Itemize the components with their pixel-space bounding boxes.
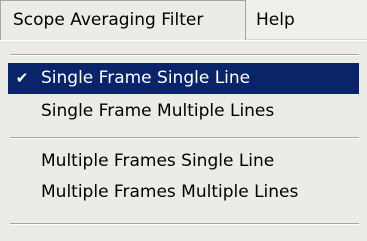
menu-item-label: Single Frame Single Line bbox=[41, 68, 251, 88]
menu-item-label: Multiple Frames Multiple Lines bbox=[41, 182, 299, 202]
menu-item-label: Multiple Frames Single Line bbox=[41, 151, 275, 171]
menu-item-label: Single Frame Multiple Lines bbox=[41, 101, 275, 121]
menu-bar: Scope Averaging Filter Help bbox=[0, 0, 367, 40]
menu-help[interactable]: Help bbox=[254, 0, 295, 40]
menu-separator bbox=[10, 223, 359, 225]
menu-separator bbox=[10, 137, 359, 139]
menu-item-single-frame-multiple-lines[interactable]: Single Frame Multiple Lines bbox=[8, 96, 359, 127]
scope-averaging-filter-dropdown: ✔ Single Frame Single Line Single Frame … bbox=[0, 40, 367, 241]
checkmark-icon: ✔ bbox=[15, 69, 29, 87]
menu-separator bbox=[10, 54, 359, 56]
menu-item-multiple-frames-multiple-lines[interactable]: Multiple Frames Multiple Lines bbox=[8, 177, 359, 208]
menu-item-single-frame-single-line[interactable]: ✔ Single Frame Single Line bbox=[8, 63, 359, 94]
menu-scope-averaging-filter[interactable]: Scope Averaging Filter bbox=[0, 0, 246, 40]
menu-item-multiple-frames-single-line[interactable]: Multiple Frames Single Line bbox=[8, 146, 359, 177]
